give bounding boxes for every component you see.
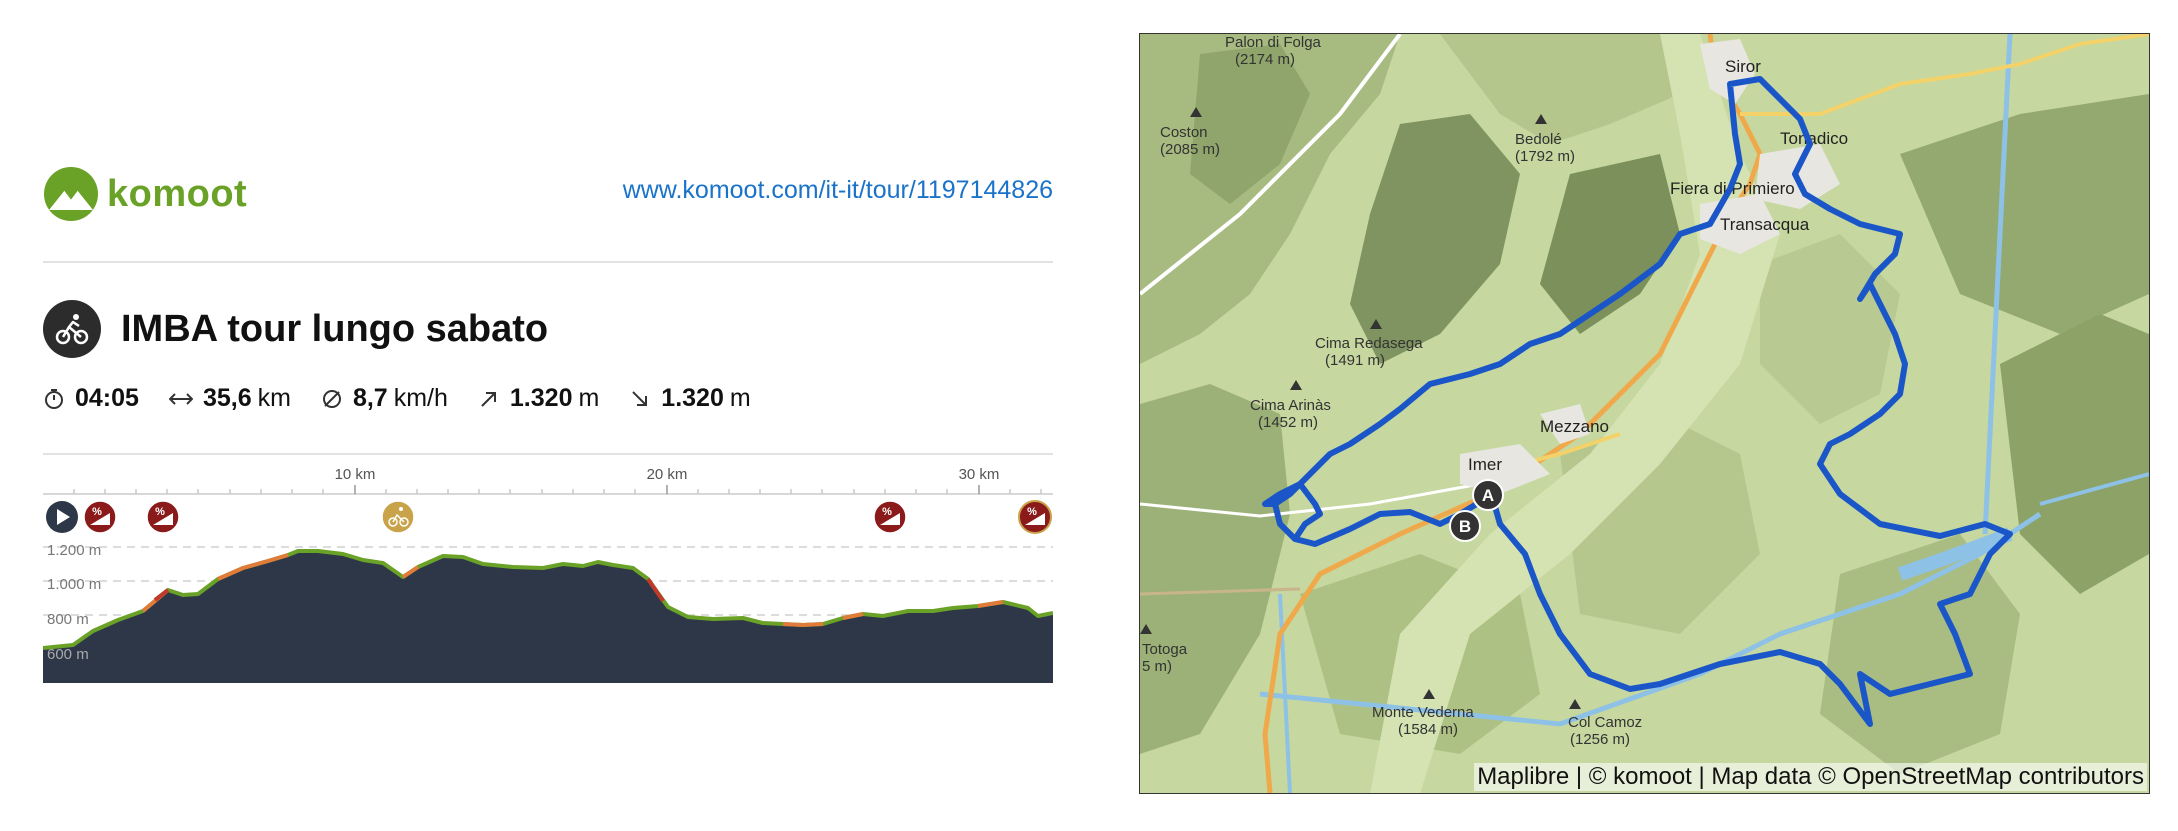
svg-text:(1584 m): (1584 m) <box>1398 721 1458 738</box>
header: komoot www.komoot.com/it-it/tour/1197144… <box>43 162 1053 262</box>
svg-text:(1452 m): (1452 m) <box>1258 414 1318 431</box>
downhill-value: 1.320 <box>661 384 724 412</box>
x-tick-label: 30 km <box>959 466 1000 483</box>
arrow-down-right-icon <box>632 390 648 406</box>
speed-unit: km/h <box>393 384 448 412</box>
cyclist-highlight-icon[interactable] <box>381 500 415 534</box>
map-canvas[interactable]: Palon di Folga (2174 m) Coston (2085 m) … <box>1140 34 2149 793</box>
steep-grade-icon[interactable]: % <box>1018 500 1052 534</box>
mountain-bike-icon <box>43 300 101 358</box>
svg-text:(2174 m): (2174 m) <box>1235 51 1295 68</box>
stat-distance: 35,6 km <box>168 384 291 413</box>
svg-text:Cima Arinàs: Cima Arinàs <box>1250 397 1331 414</box>
svg-text:Imer: Imer <box>1468 455 1502 474</box>
uphill-value: 1.320 <box>509 384 573 412</box>
steep-grade-icon[interactable]: % <box>873 500 907 534</box>
start-label: A <box>1482 486 1494 505</box>
y-label: 600 m <box>47 646 89 663</box>
arrow-up-right-icon <box>481 391 496 407</box>
steep-grade-icon[interactable]: % <box>83 500 117 534</box>
end-label: B <box>1459 517 1471 536</box>
route-end-marker[interactable]: B <box>1449 510 1481 542</box>
svg-text:Palon di Folga: Palon di Folga <box>1225 34 1322 51</box>
elevation-area <box>43 551 1053 683</box>
svg-text:%: % <box>1027 506 1037 518</box>
elevation-profile[interactable]: 10 km 20 km 30 km 1.200 m 1.000 m 800 m … <box>43 453 1053 683</box>
map-attribution[interactable]: Maplibre | © komoot | Map data © OpenStr… <box>1474 763 2147 791</box>
tour-title-row: IMBA tour lungo sabato <box>43 300 548 358</box>
svg-text:%: % <box>92 506 102 518</box>
stopwatch-icon <box>45 388 63 409</box>
svg-text:(1256 m): (1256 m) <box>1570 731 1630 748</box>
svg-text:Bedolé: Bedolé <box>1515 131 1562 148</box>
x-tick-label: 10 km <box>335 466 376 483</box>
svg-text:(1491 m): (1491 m) <box>1325 352 1385 369</box>
svg-text:Mezzano: Mezzano <box>1540 417 1609 436</box>
stat-duration: 04:05 <box>43 384 139 413</box>
svg-text:(1792 m): (1792 m) <box>1515 148 1575 165</box>
tour-map[interactable]: Palon di Folga (2174 m) Coston (2085 m) … <box>1139 33 2150 794</box>
y-label: 1.000 m <box>47 576 101 593</box>
svg-text:%: % <box>882 506 892 518</box>
downhill-unit: m <box>729 384 751 412</box>
distance-value: 35,6 <box>202 384 252 412</box>
komoot-logo[interactable]: komoot <box>43 166 247 222</box>
tour-title: IMBA tour lungo sabato <box>121 307 549 350</box>
distance-arrows-icon <box>168 392 193 405</box>
svg-text:Tonadico: Tonadico <box>1780 129 1848 148</box>
y-label: 1.200 m <box>47 542 101 559</box>
start-icon[interactable] <box>46 501 78 533</box>
duration-value: 04:05 <box>75 384 139 412</box>
svg-text:Monte Vederna: Monte Vederna <box>1372 704 1474 721</box>
distance-unit: km <box>257 384 291 412</box>
svg-text:Coston: Coston <box>1160 124 1208 141</box>
svg-text:5 m): 5 m) <box>1142 658 1172 675</box>
svg-text:Transacqua: Transacqua <box>1720 215 1810 234</box>
average-speed-icon <box>322 389 341 408</box>
uphill-unit: m <box>578 384 600 412</box>
y-label: 800 m <box>47 611 89 628</box>
header-divider <box>43 261 1053 263</box>
svg-text:Col Camoz: Col Camoz <box>1568 714 1642 731</box>
speed-value: 8,7 <box>352 384 388 412</box>
tour-summary-panel: komoot www.komoot.com/it-it/tour/1197144… <box>43 0 1053 831</box>
komoot-logo-icon <box>44 167 98 221</box>
svg-text:Totoga: Totoga <box>1142 641 1188 658</box>
svg-text:%: % <box>155 506 165 518</box>
stat-uphill: 1.320 m <box>478 384 599 413</box>
tour-stats: 04:05 35,6 km 8,7 km/h 1.320 m 1.320 m <box>43 384 781 413</box>
steep-grade-icon[interactable]: % <box>146 500 180 534</box>
svg-text:Siror: Siror <box>1725 57 1761 76</box>
tour-url-link[interactable]: www.komoot.com/it-it/tour/1197144826 <box>623 176 1053 205</box>
stat-downhill: 1.320 m <box>629 384 751 413</box>
svg-text:Cima Redasega: Cima Redasega <box>1315 335 1423 352</box>
brand-name: komoot <box>107 172 248 215</box>
x-tick-label: 20 km <box>647 466 688 483</box>
route-start-marker[interactable]: A <box>1472 479 1504 511</box>
svg-text:(2085 m): (2085 m) <box>1160 141 1220 158</box>
stat-speed: 8,7 km/h <box>321 384 448 413</box>
